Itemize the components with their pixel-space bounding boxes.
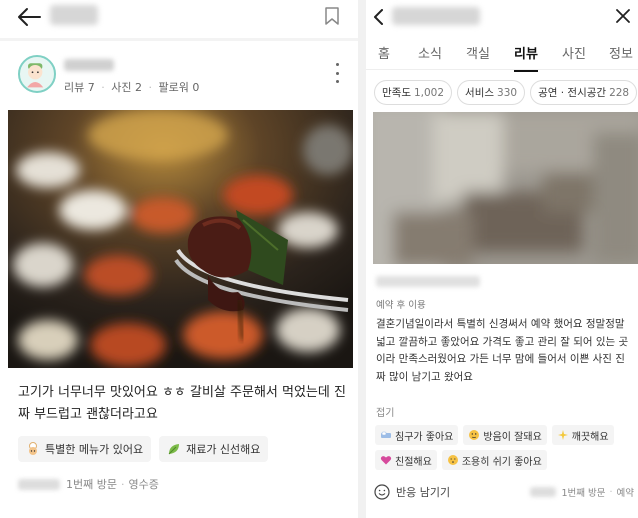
- keyword-tag: 깨끗해요: [551, 425, 614, 445]
- keyword-tag-label: 방음이 잘돼요: [483, 431, 542, 443]
- keyword-tag-label: 특별한 메뉴가 있어요: [45, 443, 144, 456]
- review-count: 리뷰 7: [64, 81, 95, 94]
- leaf-icon: [168, 444, 180, 455]
- keyword-tags: 침구가 좋아요 방음이 잘돼요 깨끗해요 친절해요 조용히 쉬기 좋아요: [375, 425, 614, 470]
- keyword-tag-label: 조용히 쉬기 좋아요: [461, 456, 542, 468]
- chevron-left-icon[interactable]: [372, 9, 384, 25]
- visit-info: 1번째 방문 · 예약: [530, 485, 634, 499]
- visit-date-redacted: [530, 487, 557, 497]
- tab-info[interactable]: 정보: [609, 43, 633, 70]
- place-name-redacted: [392, 7, 480, 25]
- review-photo[interactable]: [373, 112, 638, 264]
- sparkle-icon: [557, 430, 568, 440]
- keyword-tag-label: 침구가 좋아요: [395, 431, 454, 443]
- visit-date-redacted: [18, 478, 60, 490]
- photo-count: 사진 2: [111, 81, 142, 94]
- quiet-icon: [447, 455, 458, 465]
- back-arrow-icon[interactable]: [16, 6, 42, 28]
- blurred-interior-photo: [373, 112, 638, 264]
- visit-count: 1번째 방문: [66, 478, 117, 491]
- filter-chip[interactable]: 공연 · 전시공간 228: [530, 80, 638, 105]
- review-photo[interactable]: [8, 110, 353, 368]
- place-name-redacted: [50, 5, 98, 25]
- keyword-tag: 방음이 잘돼요: [463, 425, 547, 445]
- keyword-tag-label: 친절해요: [395, 456, 432, 468]
- grilled-beef-photo: [8, 110, 353, 368]
- place-tabs: 홈 소식 객실 리뷰 사진 정보: [366, 36, 638, 72]
- review-detail-panel: 리뷰 7 · 사진 2 · 팔로워 0 고기가 너무너무 맛있어요 ㅎㅎ 갈비살…: [0, 0, 358, 518]
- chef-icon: [29, 442, 37, 455]
- keyword-tags: 특별한 메뉴가 있어요 재료가 신선해요: [18, 436, 269, 462]
- avatar[interactable]: [18, 55, 56, 93]
- keyword-tag: 친절해요: [375, 450, 437, 470]
- follower-count: 팔로워 0: [158, 81, 200, 94]
- review-filter-chips: 만족도 1,002 서비스 330 공연 · 전시공간 228: [374, 80, 638, 105]
- keyword-tag: 조용히 쉬기 좋아요: [441, 450, 547, 470]
- reviewer-stats: 리뷰 7 · 사진 2 · 팔로워 0: [64, 81, 200, 94]
- avatar-face-icon: [27, 63, 44, 88]
- visit-type: 예약: [616, 488, 634, 499]
- place-review-panel: 홈 소식 객실 리뷰 사진 정보 만족도 1,002 서비스 330 공연 · …: [366, 0, 638, 518]
- filter-chip-count: 1,002: [413, 86, 445, 99]
- keyword-tag-label: 깨끗해요: [571, 431, 609, 443]
- soundproof-icon: [469, 430, 480, 440]
- filter-chip-count: 330: [497, 86, 518, 99]
- bed-icon: [381, 431, 391, 438]
- more-options-icon[interactable]: [334, 63, 340, 83]
- reservation-label: 예약 후 이용: [376, 300, 426, 311]
- review-text: 고기가 너무너무 맛있어요 ㅎㅎ 갈비살 주문해서 먹었는데 진짜 부드럽고 괜…: [18, 385, 346, 422]
- review-text: 결혼기념일이라서 특별히 신경써서 예약 했어요 정말정말 넓고 깔끔하고 좋았…: [376, 318, 629, 383]
- reviewer-name-redacted: [64, 59, 114, 71]
- visit-info: 1번째 방문 · 영수증: [18, 476, 159, 492]
- keyword-tag: 특별한 메뉴가 있어요: [18, 436, 152, 462]
- receipt-label: 영수증: [128, 478, 159, 491]
- reviewer-info-redacted: [376, 276, 480, 287]
- heart-icon: [380, 456, 392, 465]
- tab-reviews[interactable]: 리뷰: [514, 43, 538, 72]
- keyword-tag: 재료가 신선해요: [159, 436, 269, 462]
- bookmark-icon[interactable]: [324, 7, 340, 25]
- tab-news[interactable]: 소식: [418, 43, 442, 70]
- filter-chip-label: 만족도: [382, 87, 411, 99]
- collapse-link[interactable]: 접기: [376, 404, 394, 419]
- filter-chip-count: 228: [609, 86, 630, 99]
- visit-count: 1번째 방문: [561, 488, 606, 499]
- panel-divider: [358, 0, 366, 518]
- review-footer: 반응 남기기 1번째 방문 · 예약: [374, 484, 634, 500]
- tab-home[interactable]: 홈: [378, 43, 390, 70]
- filter-chip-label: 서비스: [465, 87, 495, 99]
- top-bar: [0, 0, 358, 38]
- reviewer-profile: 리뷰 7 · 사진 2 · 팔로워 0: [0, 41, 358, 109]
- close-icon[interactable]: [616, 9, 630, 23]
- smile-icon[interactable]: [374, 484, 390, 500]
- top-bar: [366, 0, 638, 34]
- keyword-tag-label: 재료가 신선해요: [186, 443, 261, 456]
- filter-chip[interactable]: 만족도 1,002: [374, 80, 453, 105]
- filter-chip[interactable]: 서비스 330: [457, 80, 526, 105]
- react-button[interactable]: 반응 남기기: [396, 484, 450, 500]
- tab-photos[interactable]: 사진: [562, 43, 586, 70]
- filter-chip-label: 공연 · 전시공간: [538, 87, 607, 99]
- tab-rooms[interactable]: 객실: [466, 43, 490, 70]
- keyword-tag: 침구가 좋아요: [375, 425, 459, 445]
